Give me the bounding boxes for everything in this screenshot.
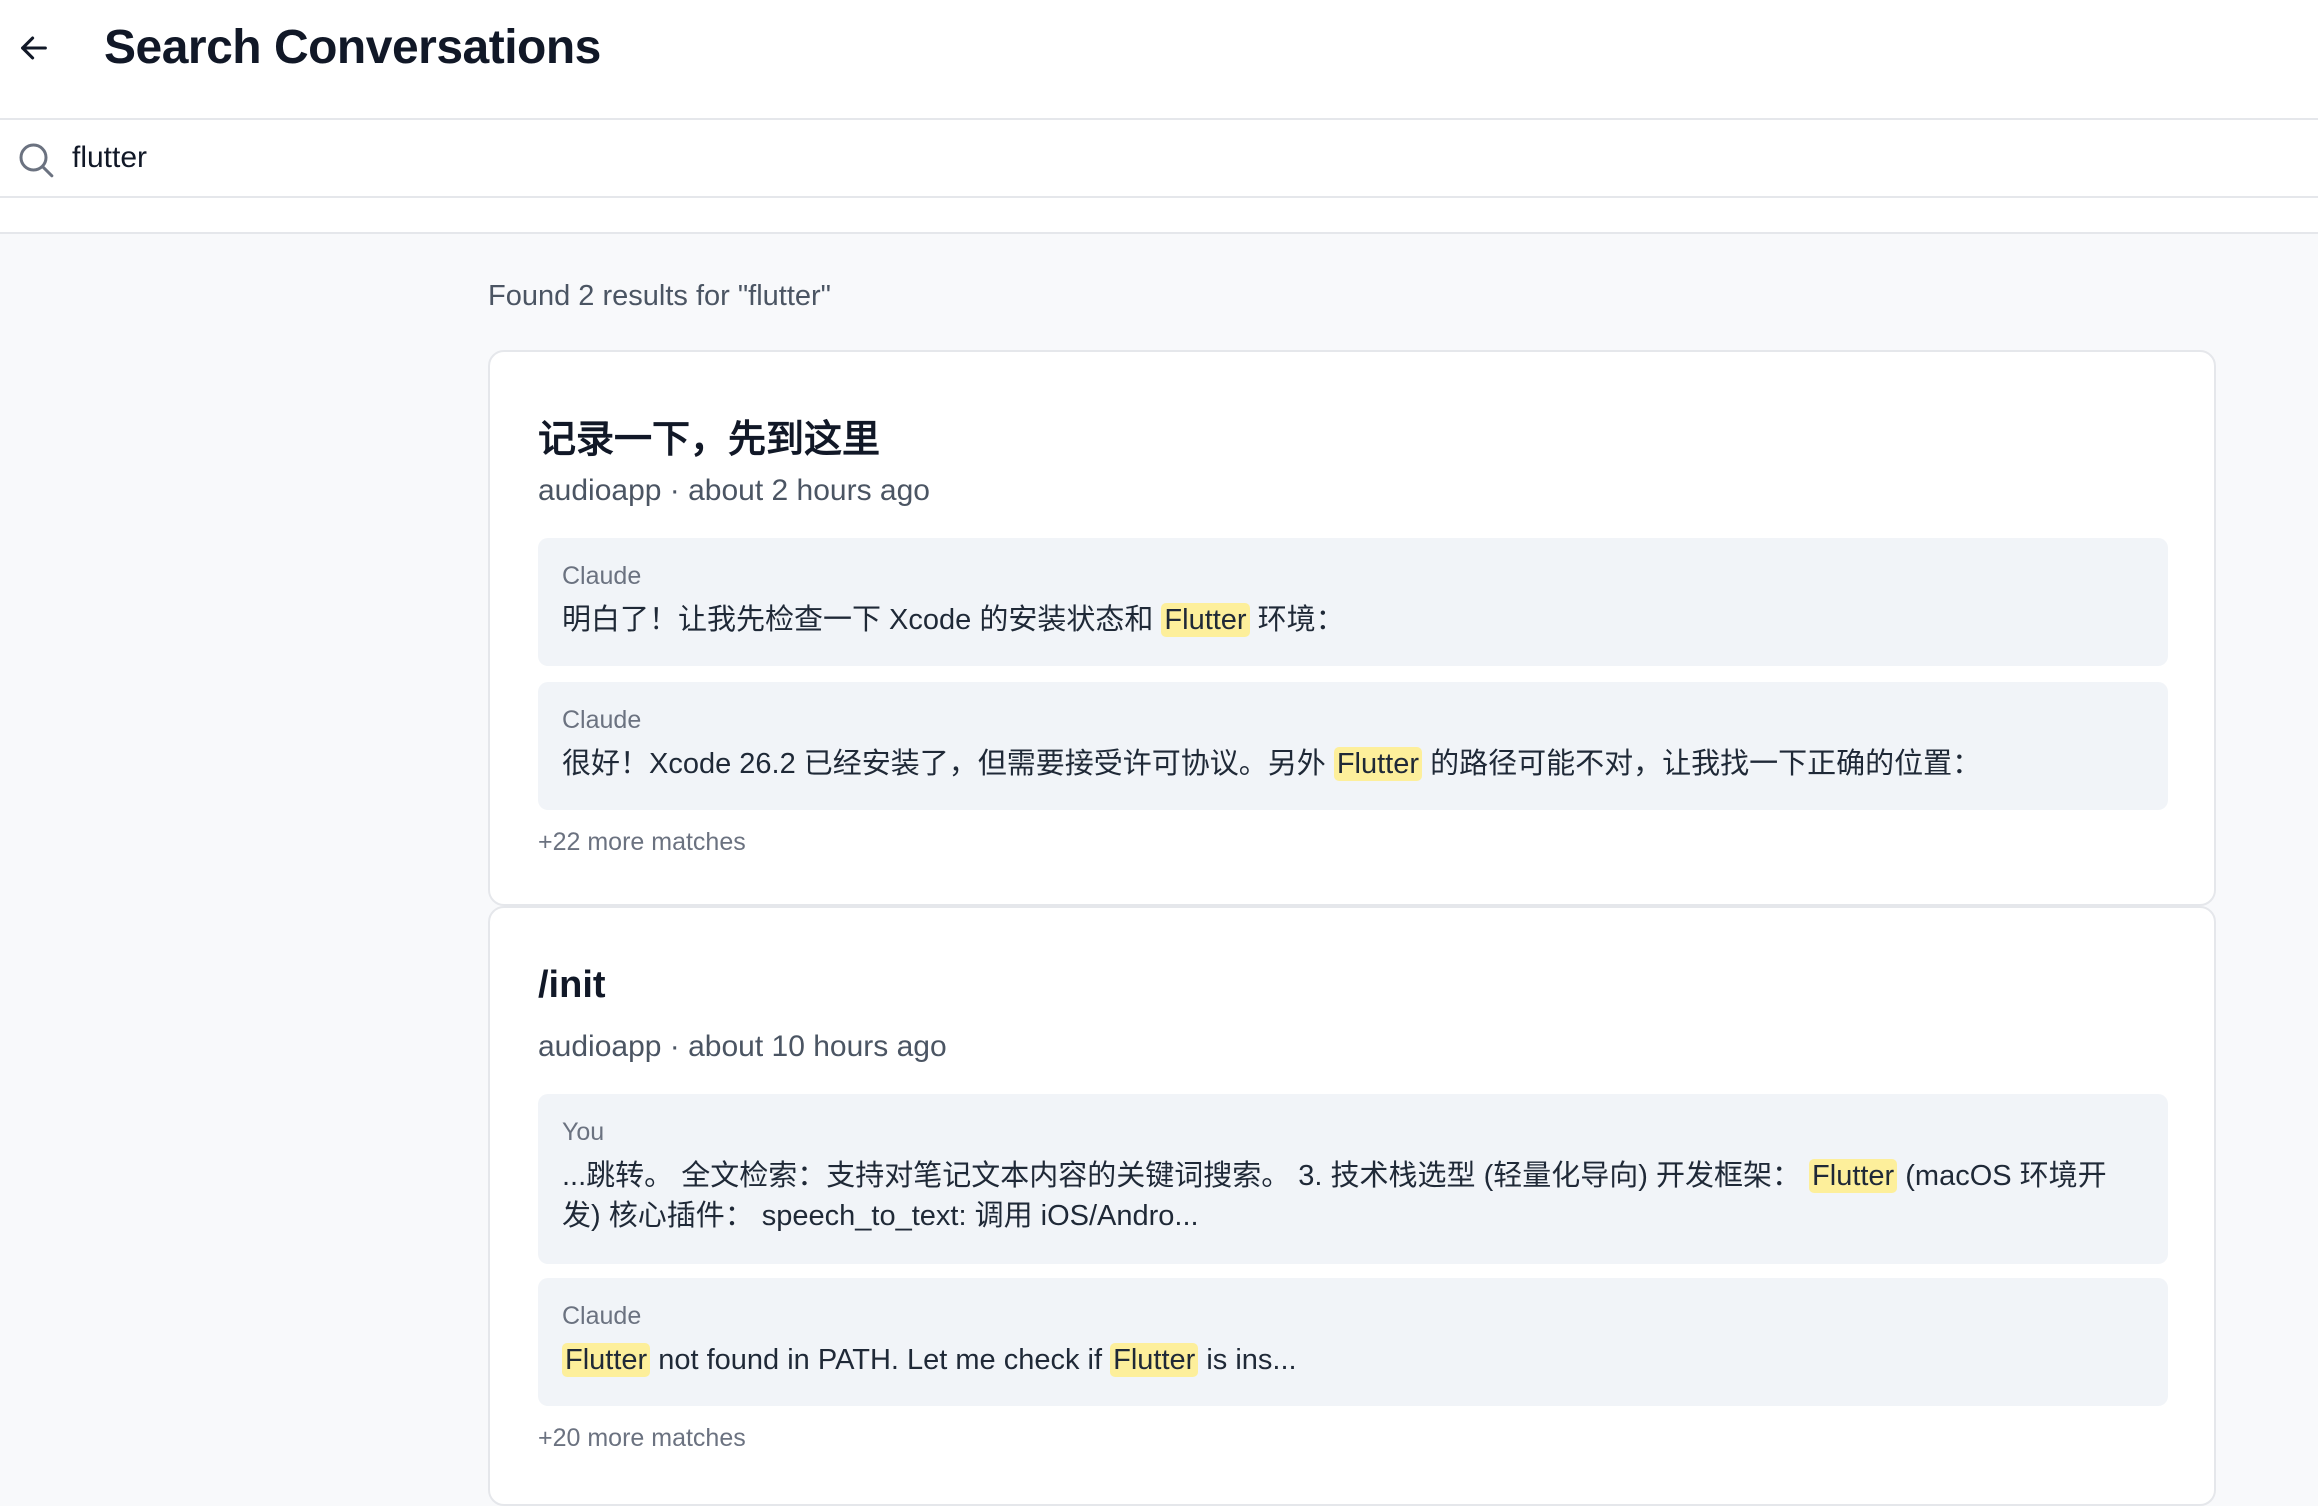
more-matches-link[interactable]: +20 more matches (538, 1424, 746, 1453)
snippet-text-segment: ...跳转。 全文检索：支持对笔记文本内容的关键词搜索。 3. 技术栈选型 (轻… (562, 1160, 1810, 1192)
snippet-role: Claude (562, 562, 642, 590)
snippet-text-segment: 的路径可能不对，让我找一下正确的位置： (1422, 748, 1982, 780)
snippet-text: 明白了！让我先检查一下 Xcode 的安装状态和 Flutter 环境： (562, 600, 2144, 640)
match-highlight: Flutter (1161, 603, 1250, 637)
app-header: Search Conversations (0, 0, 2318, 120)
snippet-text-segment: 环境： (1249, 604, 1345, 636)
search-bar (0, 120, 2318, 198)
search-icon (19, 143, 54, 178)
conversation-meta: audioapp · about 2 hours ago (538, 474, 930, 507)
match-snippet[interactable]: Claude Flutter not found in PATH. Let me… (538, 1278, 2168, 1406)
conversation-meta: audioapp · about 10 hours ago (538, 1030, 947, 1063)
match-snippet[interactable]: Claude 很好！Xcode 26.2 已经安装了，但需要接受许可协议。另外 … (538, 682, 2168, 810)
match-snippet[interactable]: Claude 明白了！让我先检查一下 Xcode 的安装状态和 Flutter … (538, 538, 2168, 666)
snippet-text: 很好！Xcode 26.2 已经安装了，但需要接受许可协议。另外 Flutter… (562, 744, 2144, 784)
more-matches-link[interactable]: +22 more matches (538, 828, 746, 857)
match-highlight: Flutter (1809, 1159, 1898, 1193)
search-input[interactable] (72, 130, 2272, 186)
snippet-role: Claude (562, 1302, 642, 1330)
match-highlight: Flutter (1110, 1343, 1199, 1377)
result-card[interactable]: 记录一下，先到这里 audioapp · about 2 hours ago C… (488, 350, 2216, 906)
results-summary: Found 2 results for "flutter" (488, 280, 831, 312)
search-subbar (0, 198, 2318, 234)
match-highlight: Flutter (562, 1343, 651, 1377)
snippet-text-segment: not found in PATH. Let me check if (650, 1344, 1111, 1376)
back-button[interactable] (10, 24, 58, 72)
snippet-role: You (562, 1118, 605, 1146)
result-card[interactable]: /init audioapp · about 10 hours ago You … (488, 906, 2216, 1506)
page-title: Search Conversations (104, 21, 601, 74)
match-snippet[interactable]: You ...跳转。 全文检索：支持对笔记文本内容的关键词搜索。 3. 技术栈选… (538, 1094, 2168, 1264)
conversation-title[interactable]: /init (538, 964, 606, 1007)
snippet-text-segment: 很好！Xcode 26.2 已经安装了，但需要接受许可协议。另外 (562, 748, 1334, 780)
snippet-text: ...跳转。 全文检索：支持对笔记文本内容的关键词搜索。 3. 技术栈选型 (轻… (562, 1156, 2144, 1236)
conversation-title[interactable]: 记录一下，先到这里 (538, 408, 880, 463)
arrow-left-icon (21, 36, 47, 60)
snippet-role: Claude (562, 706, 642, 734)
snippet-text-segment: is ins... (1198, 1344, 1297, 1376)
snippet-text-segment: 明白了！让我先检查一下 Xcode 的安装状态和 (562, 604, 1162, 636)
match-highlight: Flutter (1333, 747, 1423, 781)
snippet-text: Flutter not found in PATH. Let me check … (562, 1340, 2144, 1380)
